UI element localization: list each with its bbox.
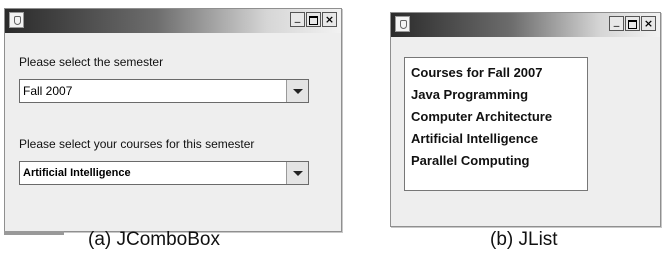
caption-jcombobox: (a) JComboBox [88, 229, 220, 250]
list-window: Courses for Fall 2007 Java Programming C… [390, 12, 661, 227]
close-icon[interactable] [641, 16, 656, 31]
list-item[interactable]: Parallel Computing [411, 153, 529, 168]
title-bar[interactable] [391, 13, 660, 37]
combo-window: Please select the semester Fall 2007 Ple… [4, 8, 342, 232]
window-edge [4, 231, 64, 235]
window-controls [290, 12, 337, 27]
maximize-icon[interactable] [625, 16, 640, 31]
maximize-icon[interactable] [306, 12, 321, 27]
close-icon[interactable] [322, 12, 337, 27]
semester-combo-value: Fall 2007 [23, 84, 73, 98]
minimize-icon[interactable] [609, 16, 624, 31]
chevron-down-icon[interactable] [286, 80, 308, 102]
courses-combo-value: Artificial Intelligence [23, 167, 131, 179]
list-item[interactable]: Courses for Fall 2007 [411, 65, 543, 80]
course-list[interactable]: Courses for Fall 2007 Java Programming C… [404, 57, 588, 191]
title-bar[interactable] [5, 9, 341, 33]
list-item[interactable]: Computer Architecture [411, 109, 552, 124]
java-cup-icon[interactable] [395, 16, 410, 32]
list-item[interactable]: Artificial Intelligence [411, 131, 538, 146]
courses-label: Please select your courses for this seme… [19, 137, 255, 151]
chevron-down-icon[interactable] [286, 162, 308, 184]
semester-label: Please select the semester [19, 55, 164, 69]
java-cup-icon[interactable] [9, 12, 24, 28]
caption-jlist: (b) JList [490, 229, 558, 250]
courses-combo[interactable]: Artificial Intelligence [19, 161, 309, 185]
semester-combo[interactable]: Fall 2007 [19, 79, 309, 103]
window-controls [609, 16, 656, 31]
list-item[interactable]: Java Programming [411, 87, 528, 102]
minimize-icon[interactable] [290, 12, 305, 27]
